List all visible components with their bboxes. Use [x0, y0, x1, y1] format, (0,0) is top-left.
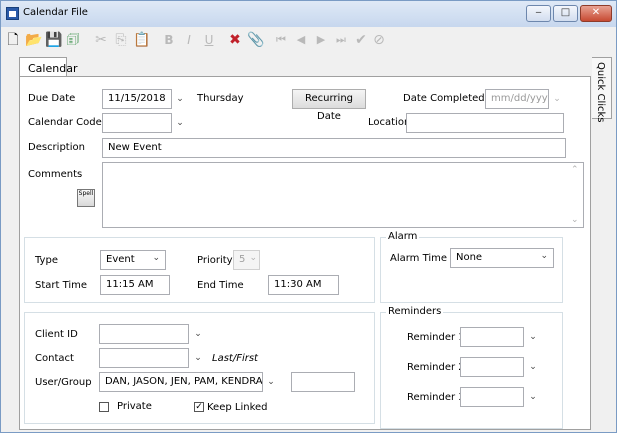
- bold-icon[interactable]: B: [161, 32, 177, 48]
- date-completed-field[interactable]: mm/dd/yyyy: [485, 89, 549, 109]
- attach-icon[interactable]: 📎: [247, 32, 264, 48]
- reminder-3-field[interactable]: [460, 387, 524, 407]
- cancel-icon[interactable]: ⊘: [371, 32, 387, 48]
- calendar-code-dropdown-icon[interactable]: ⌄: [173, 113, 187, 133]
- first-record-icon[interactable]: ⏮: [273, 32, 289, 48]
- spell-label: Spell: [78, 190, 94, 197]
- scroll-down-icon[interactable]: ⌄: [571, 215, 579, 225]
- calendar-code-field[interactable]: [102, 113, 172, 133]
- chevron-down-icon: ⌄: [249, 253, 257, 263]
- complete-icon[interactable]: ✔: [353, 32, 369, 48]
- alarm-time-select[interactable]: None ⌄: [450, 248, 554, 268]
- client-group: Client ID ⌄ Contact ⌄ Last/First User/Gr…: [24, 312, 375, 424]
- next-record-icon[interactable]: ▶: [313, 32, 329, 48]
- day-of-week: Thursday: [197, 93, 244, 104]
- start-time-label: Start Time: [35, 280, 88, 291]
- date-completed-label: Date Completed: [403, 93, 485, 104]
- reminders-group-label: Reminders: [386, 306, 444, 317]
- spell-check-button[interactable]: Spell: [77, 189, 95, 207]
- location-label: Location: [368, 117, 411, 128]
- reminder-2-dropdown-icon[interactable]: ⌄: [526, 357, 540, 377]
- reminder-1-label: Reminder 1: [407, 332, 465, 343]
- alarm-group: Alarm Alarm Time None ⌄: [380, 231, 563, 303]
- due-date-field[interactable]: 11/15/2018: [102, 89, 172, 109]
- start-time-field[interactable]: 11:15 AM: [100, 275, 170, 295]
- copy-icon[interactable]: ⎘: [113, 32, 129, 48]
- reminders-group: Reminders Reminder 1 ⌄ Reminder 2 ⌄ Remi…: [380, 306, 563, 429]
- maximize-button[interactable]: □: [553, 5, 578, 22]
- comments-scrollbar[interactable]: ⌃ ⌄: [569, 163, 583, 227]
- contact-dropdown-icon[interactable]: ⌄: [191, 348, 205, 368]
- user-group-field[interactable]: DAN, JASON, JEN, PAM, KENDRA, CA: [99, 372, 263, 392]
- reminder-2-label: Reminder 2: [407, 362, 465, 373]
- client-id-label: Client ID: [35, 329, 78, 340]
- open-icon[interactable]: 📂: [25, 32, 42, 48]
- user-group-label: User/Group: [35, 377, 92, 388]
- recurring-date-button[interactable]: Recurring Date: [292, 89, 366, 122]
- reminder-2-field[interactable]: [460, 357, 524, 377]
- contact-label: Contact: [35, 353, 74, 364]
- keep-linked-checkbox[interactable]: ✓: [194, 402, 204, 412]
- quick-clicks-label: Quick Clicks: [595, 62, 606, 123]
- end-time-field[interactable]: 11:30 AM: [268, 275, 339, 295]
- user-group-dropdown-icon[interactable]: ⌄: [264, 372, 278, 392]
- italic-icon[interactable]: I: [181, 32, 197, 48]
- delete-icon[interactable]: ✖: [227, 32, 243, 48]
- due-date-label: Due Date: [28, 93, 76, 104]
- underline-icon[interactable]: U: [201, 32, 217, 48]
- user-group-extra-field[interactable]: [291, 372, 355, 392]
- alarm-group-label: Alarm: [386, 231, 420, 242]
- previous-record-icon[interactable]: ◀: [293, 32, 309, 48]
- minimize-button[interactable]: ‒: [526, 5, 551, 22]
- private-label: Private: [117, 401, 152, 412]
- contact-field[interactable]: [99, 348, 189, 368]
- keep-linked-label: Keep Linked: [207, 402, 268, 413]
- calendar-panel: Due Date 11/15/2018 ⌄ Thursday Recurring…: [19, 76, 591, 430]
- alarm-time-value: None: [456, 252, 483, 263]
- window-title: Calendar File: [23, 7, 88, 18]
- toolbar: 🗋 📂 💾 🗊 ✂ ⎘ 📋 B I U ✖ 📎 ⏮ ◀ ▶ ⏭ ✔ ⊘: [1, 27, 616, 55]
- save-icon[interactable]: 💾: [45, 32, 62, 48]
- chevron-down-icon: ⌄: [540, 251, 548, 261]
- reminder-1-field[interactable]: [460, 327, 524, 347]
- schedule-group: Type Event ⌄ Priority 5 ⌄ Start Time 11:…: [24, 237, 375, 303]
- close-button[interactable]: ✕: [580, 5, 612, 22]
- reminder-3-label: Reminder 3: [407, 392, 465, 403]
- chevron-down-icon: ⌄: [152, 253, 160, 263]
- date-completed-dropdown-icon[interactable]: ⌄: [550, 89, 564, 109]
- client-id-field[interactable]: [99, 324, 189, 344]
- priority-label: Priority: [197, 255, 233, 266]
- tab-calendar[interactable]: Calendar: [19, 57, 77, 77]
- reminder-3-dropdown-icon[interactable]: ⌄: [526, 387, 540, 407]
- calendar-file-window: Calendar File ‒ □ ✕ 🗋 📂 💾 🗊 ✂ ⎘ 📋 B I U …: [0, 0, 617, 433]
- private-checkbox[interactable]: [99, 402, 109, 412]
- end-time-label: End Time: [197, 280, 244, 291]
- priority-value: 5: [239, 254, 246, 265]
- title-bar: Calendar File ‒ □ ✕: [1, 1, 616, 27]
- calendar-code-label: Calendar Code: [28, 117, 102, 128]
- calendar-app-icon: [6, 7, 19, 20]
- description-label: Description: [28, 142, 85, 153]
- description-field[interactable]: New Event: [102, 138, 566, 158]
- type-select[interactable]: Event ⌄: [100, 250, 166, 270]
- client-id-dropdown-icon[interactable]: ⌄: [191, 324, 205, 344]
- reminder-1-dropdown-icon[interactable]: ⌄: [526, 327, 540, 347]
- due-date-dropdown-icon[interactable]: ⌄: [173, 89, 187, 109]
- type-value: Event: [106, 254, 135, 265]
- cut-icon[interactable]: ✂: [93, 32, 109, 48]
- comments-field[interactable]: ⌃ ⌄: [102, 162, 584, 228]
- comments-label: Comments: [28, 169, 83, 180]
- location-field[interactable]: [406, 113, 564, 133]
- paste-icon[interactable]: 📋: [133, 32, 150, 48]
- alarm-time-label: Alarm Time: [390, 253, 448, 264]
- scroll-up-icon[interactable]: ⌃: [571, 165, 579, 175]
- save-close-icon[interactable]: 🗊: [65, 32, 81, 48]
- contact-hint: Last/First: [212, 353, 258, 364]
- new-icon[interactable]: 🗋: [5, 32, 21, 48]
- last-record-icon[interactable]: ⏭: [333, 32, 349, 48]
- quick-clicks-tab[interactable]: Quick Clicks: [592, 57, 612, 123]
- priority-select[interactable]: 5 ⌄: [233, 250, 260, 270]
- type-label: Type: [35, 255, 58, 266]
